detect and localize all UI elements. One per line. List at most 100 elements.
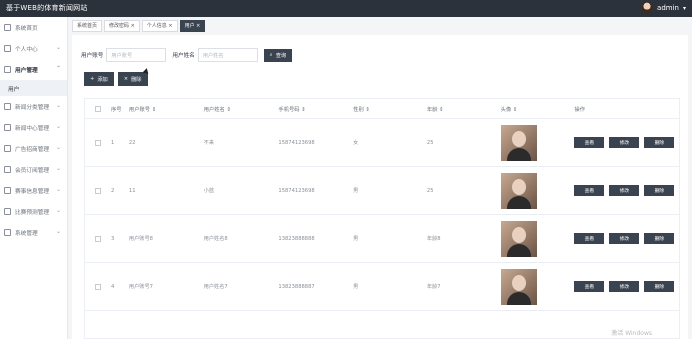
row-account: 用户账号8 bbox=[128, 236, 153, 242]
doc-icon bbox=[4, 103, 11, 110]
edit-button[interactable]: 修改 bbox=[609, 281, 640, 292]
chevron-down-icon: ⌄ bbox=[55, 44, 61, 51]
sidebar-item-label: 新闻中心管理 bbox=[15, 126, 50, 132]
delete-button[interactable]: × 删除 bbox=[117, 72, 148, 86]
tab-profile[interactable]: 个人信息 × bbox=[141, 20, 178, 32]
sidebar-item-user-management[interactable]: 用户管理 ⌃ bbox=[0, 59, 67, 80]
user-photo[interactable] bbox=[500, 124, 537, 161]
row-phone: 15874123698 bbox=[278, 139, 315, 146]
sidebar-item-predictions[interactable]: 比赛预测管理 ⌄ bbox=[0, 201, 67, 222]
top-bar: 基于WEB的体育新闻网站 admin ▾ bbox=[0, 0, 692, 17]
name-search-input[interactable]: 用户姓名 bbox=[197, 48, 258, 62]
table-header: 序号 用户账号 ⇕ 用户姓名 ⇕ 手机号码 ⇕ 性别 ⇕ 年龄 ⇕ 头像 ⇕ 操… bbox=[85, 99, 679, 119]
tab-users[interactable]: 用户 × bbox=[179, 20, 206, 32]
view-button[interactable]: 查看 bbox=[574, 185, 605, 196]
edit-button[interactable]: 修改 bbox=[609, 185, 640, 196]
row-avatar-cell bbox=[497, 220, 571, 257]
table-row: 1 22 不来 15874123698 女 25 查看 修改 删除 bbox=[85, 119, 679, 167]
sidebar-item-label: 用户管理 bbox=[15, 68, 38, 74]
select-all-cell bbox=[85, 105, 107, 112]
header-account[interactable]: 用户账号 ⇕ bbox=[125, 105, 200, 113]
row-select-cell bbox=[85, 187, 107, 194]
chevron-down-icon: ▾ bbox=[682, 4, 686, 12]
row-gender: 女 bbox=[353, 140, 359, 146]
row-index: 2 bbox=[110, 187, 115, 194]
user-photo[interactable] bbox=[500, 220, 537, 257]
sidebar-item-home[interactable]: 系统首页 bbox=[0, 17, 67, 38]
header-avatar[interactable]: 头像 ⇕ bbox=[497, 105, 571, 113]
doc-icon bbox=[4, 145, 11, 152]
header-actions: 操作 bbox=[574, 106, 585, 113]
chevron-down-icon: ⌄ bbox=[55, 144, 61, 151]
sidebar-item-label: 新闻分类管理 bbox=[15, 105, 50, 111]
row-checkbox[interactable] bbox=[94, 283, 101, 290]
row-index: 3 bbox=[110, 235, 115, 242]
sidebar-item-ads[interactable]: 广告招商管理 ⌄ bbox=[0, 138, 67, 159]
delete-button-label: 删除 bbox=[131, 76, 142, 83]
sidebar: 系统首页 个人中心 ⌄ 用户管理 ⌃ 用户 新闻分类管理 ⌄ 新闻中心管理 ⌄ … bbox=[0, 17, 68, 339]
account-search-input[interactable]: 用户账号 bbox=[106, 48, 167, 62]
add-button-label: 添加 bbox=[97, 76, 108, 83]
row-account: 用户账号7 bbox=[128, 284, 153, 290]
tab-bar: 系统首页 修改密码 × 个人信息 × 用户 × bbox=[72, 20, 206, 32]
user-photo[interactable] bbox=[500, 172, 537, 209]
sidebar-item-label: 系统首页 bbox=[15, 26, 38, 32]
row-gender: 男 bbox=[353, 284, 359, 290]
edit-button[interactable]: 修改 bbox=[609, 233, 640, 244]
view-button[interactable]: 查看 bbox=[574, 137, 605, 148]
sidebar-item-news-category[interactable]: 新闻分类管理 ⌄ bbox=[0, 96, 67, 117]
header-age[interactable]: 年龄 ⇕ bbox=[423, 105, 497, 113]
add-button[interactable]: + 添加 bbox=[84, 72, 114, 86]
row-gender: 男 bbox=[353, 188, 359, 194]
sidebar-subitem-users[interactable]: 用户 bbox=[0, 80, 67, 96]
row-select-cell bbox=[85, 139, 107, 146]
chevron-down-icon: ⌄ bbox=[55, 228, 61, 235]
chart-icon bbox=[4, 187, 11, 194]
row-gender: 男 bbox=[353, 236, 359, 242]
header-name[interactable]: 用户姓名 ⇕ bbox=[200, 105, 275, 113]
header-gender[interactable]: 性别 ⇕ bbox=[349, 105, 423, 113]
user-photo[interactable] bbox=[500, 268, 537, 305]
search-button[interactable]: ⌕ 查询 bbox=[263, 48, 293, 62]
row-checkbox[interactable] bbox=[94, 235, 101, 242]
row-avatar-cell bbox=[497, 124, 571, 161]
user-table: 序号 用户账号 ⇕ 用户姓名 ⇕ 手机号码 ⇕ 性别 ⇕ 年龄 ⇕ 头像 ⇕ 操… bbox=[84, 98, 680, 339]
header-phone[interactable]: 手机号码 ⇕ bbox=[274, 105, 349, 113]
sidebar-item-events[interactable]: 赛事信息管理 ⌄ bbox=[0, 180, 67, 201]
delete-row-button[interactable]: 删除 bbox=[644, 281, 675, 292]
tab-home[interactable]: 系统首页 bbox=[72, 20, 103, 32]
chevron-down-icon: ⌄ bbox=[55, 186, 61, 193]
delete-row-button[interactable]: 删除 bbox=[644, 233, 675, 244]
tab-change-password[interactable]: 修改密码 × bbox=[104, 20, 140, 32]
sidebar-item-label: 赛事信息管理 bbox=[15, 189, 50, 195]
row-phone: 13823888887 bbox=[278, 283, 315, 290]
chevron-down-icon: ⌄ bbox=[55, 102, 61, 109]
row-name: 用户姓名7 bbox=[203, 284, 228, 290]
row-age: 25 bbox=[426, 139, 434, 146]
view-button[interactable]: 查看 bbox=[574, 233, 605, 244]
windows-activation-watermark: 激活 Windows bbox=[611, 330, 652, 337]
user-menu[interactable]: admin ▾ bbox=[641, 2, 686, 14]
sidebar-item-system[interactable]: 系统管理 ⌄ bbox=[0, 222, 67, 243]
close-icon: × bbox=[123, 76, 129, 82]
avatar bbox=[641, 2, 654, 14]
sidebar-item-subscriptions[interactable]: 会员订阅管理 ⌄ bbox=[0, 159, 67, 180]
delete-row-button[interactable]: 删除 bbox=[644, 185, 675, 196]
table-row: 4 用户账号7 用户姓名7 13823888887 男 年龄7 查看 修改 删除 bbox=[85, 263, 679, 311]
row-age: 年龄8 bbox=[426, 236, 441, 242]
row-checkbox[interactable] bbox=[94, 139, 101, 146]
view-button[interactable]: 查看 bbox=[574, 281, 605, 292]
table-row: 2 11 小蓝 15874123698 男 25 查看 修改 删除 bbox=[85, 167, 679, 215]
delete-row-button[interactable]: 删除 bbox=[644, 137, 675, 148]
row-name: 不来 bbox=[203, 140, 215, 146]
sidebar-item-news-center[interactable]: 新闻中心管理 ⌄ bbox=[0, 117, 67, 138]
select-all-checkbox[interactable] bbox=[94, 105, 101, 112]
sidebar-item-label: 系统管理 bbox=[15, 231, 38, 237]
row-select-cell bbox=[85, 235, 107, 242]
edit-button[interactable]: 修改 bbox=[609, 137, 640, 148]
sidebar-item-profile[interactable]: 个人中心 ⌄ bbox=[0, 38, 67, 59]
search-row: 用户账号 用户账号 用户姓名 用户姓名 ⌕ 查询 bbox=[81, 48, 293, 62]
row-account: 11 bbox=[128, 187, 136, 194]
row-checkbox[interactable] bbox=[94, 187, 101, 194]
chevron-down-icon: ⌄ bbox=[55, 123, 61, 130]
